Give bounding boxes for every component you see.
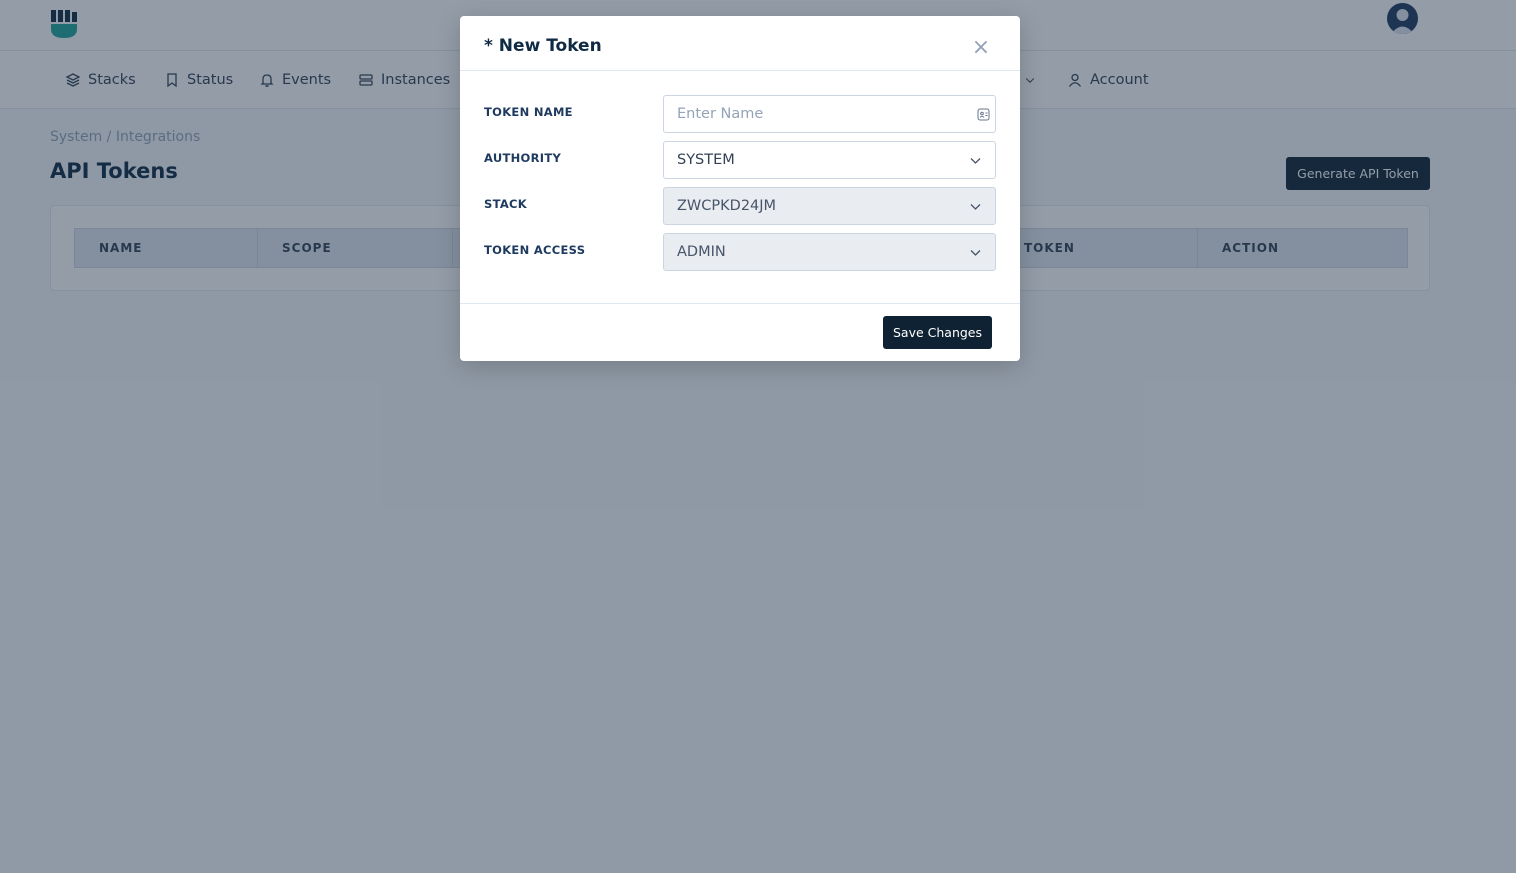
token-name-field[interactable] bbox=[663, 95, 996, 133]
autofill-icon[interactable] bbox=[977, 108, 990, 121]
new-token-modal: * New Token × TOKEN NAME AUTHORITY SYSTE… bbox=[460, 16, 1020, 361]
token-access-label: TOKEN ACCESS bbox=[484, 243, 586, 257]
modal-title: * New Token bbox=[484, 36, 602, 56]
chevron-down-icon bbox=[970, 204, 981, 210]
authority-value: SYSTEM bbox=[677, 152, 735, 168]
token-access-select[interactable]: ADMIN bbox=[663, 233, 996, 271]
stack-select[interactable]: ZWCPKD24JM bbox=[663, 187, 996, 225]
token-access-value: ADMIN bbox=[677, 244, 726, 260]
token-name-input[interactable] bbox=[677, 106, 967, 122]
save-changes-button[interactable]: Save Changes bbox=[883, 316, 992, 349]
authority-label: AUTHORITY bbox=[484, 151, 562, 165]
chevron-down-icon bbox=[970, 250, 981, 256]
close-icon[interactable]: × bbox=[970, 37, 992, 59]
modal-header: * New Token × bbox=[460, 16, 1020, 71]
stack-value: ZWCPKD24JM bbox=[677, 198, 777, 214]
chevron-down-icon bbox=[970, 158, 981, 164]
modal-footer: Save Changes bbox=[460, 303, 1020, 361]
stack-label: STACK bbox=[484, 197, 527, 211]
token-name-label: TOKEN NAME bbox=[484, 105, 573, 119]
authority-select[interactable]: SYSTEM bbox=[663, 141, 996, 179]
